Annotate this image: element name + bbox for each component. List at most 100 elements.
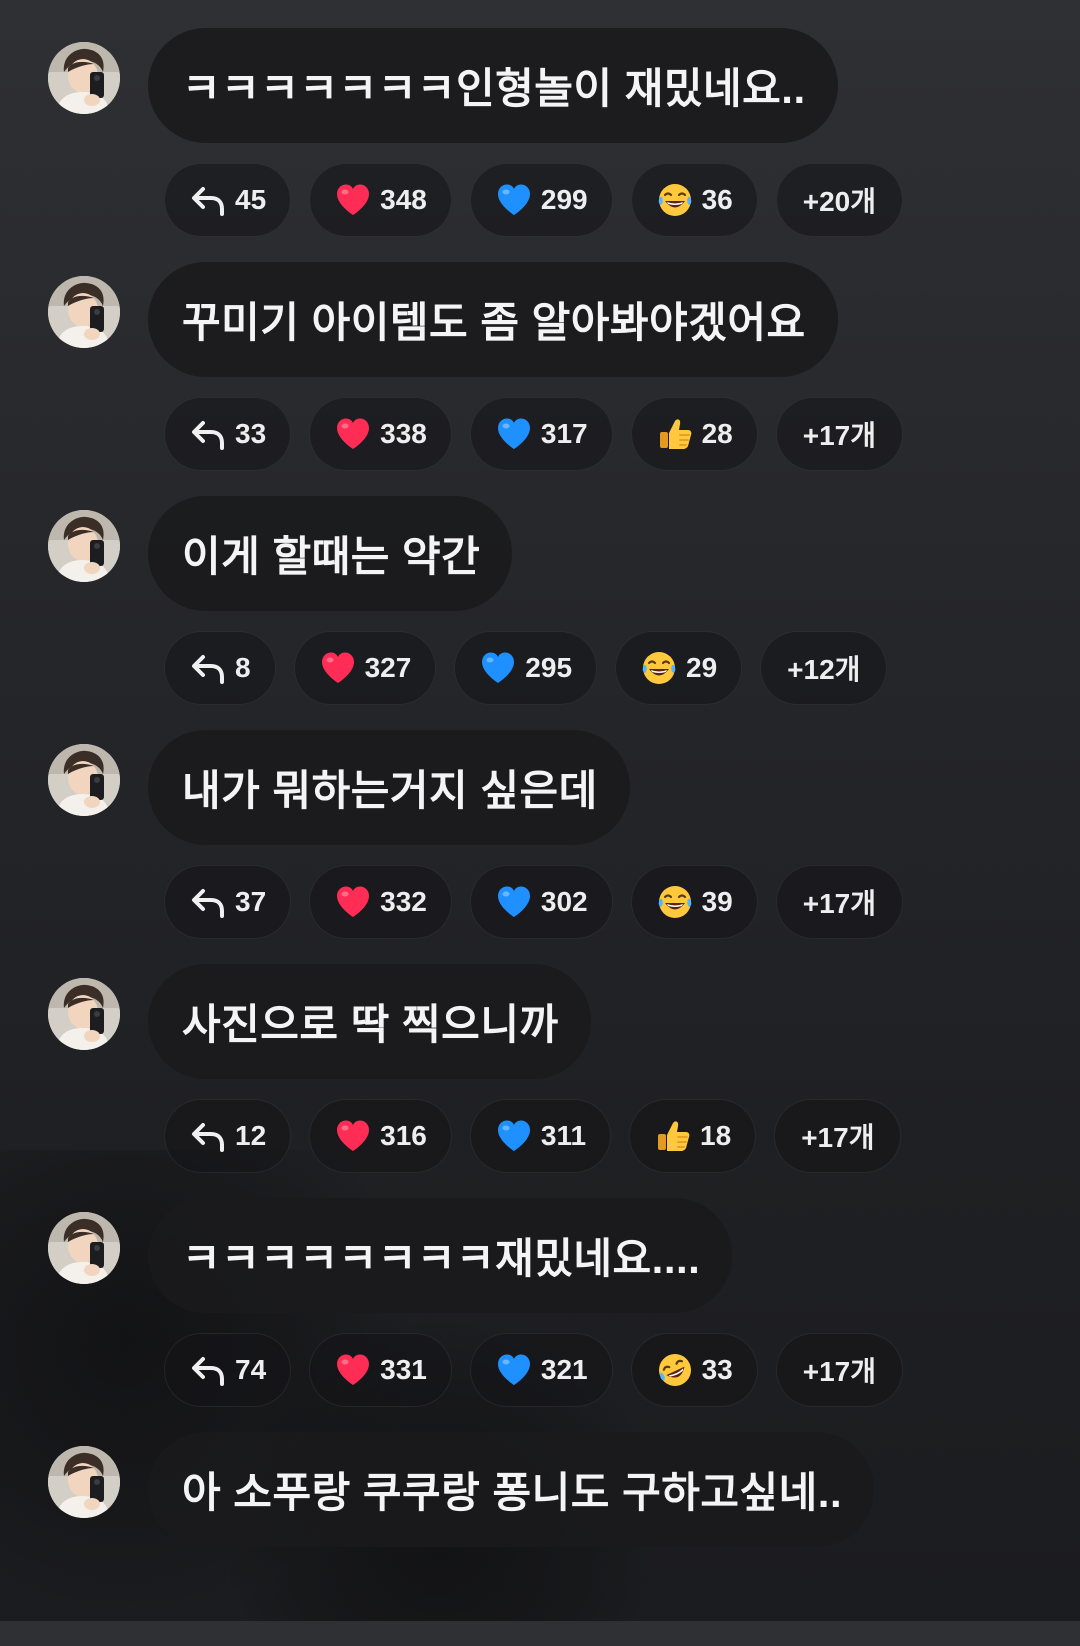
reaction-count: 302 bbox=[540, 886, 588, 917]
blue-heart-icon bbox=[495, 883, 533, 921]
laughing-tears-icon bbox=[640, 649, 678, 687]
reaction-count: 33 bbox=[701, 1354, 733, 1385]
more-reactions-button[interactable]: +17개 bbox=[775, 1333, 904, 1407]
more-reactions-button[interactable]: +17개 bbox=[775, 397, 904, 471]
red-heart-icon bbox=[319, 649, 357, 687]
comment-feed[interactable]: ㅋㅋㅋㅋㅋㅋㅋ인형놀이 재밌네요.. 45 348 299 36 +20개 꾸미기 아이템도… bbox=[0, 0, 1080, 1621]
reply-count: 45 bbox=[235, 184, 267, 215]
blue-heart-icon bbox=[495, 1351, 533, 1389]
reaction-count: 299 bbox=[540, 184, 588, 215]
reaction-chip[interactable]: 28 bbox=[630, 397, 758, 471]
comment-item: 사진으로 딱 찍으니까 12 316 311 18 +17개 bbox=[0, 936, 1080, 1178]
more-reactions-button[interactable]: +12개 bbox=[760, 631, 888, 705]
reply-arrow-icon bbox=[189, 181, 227, 219]
comment-bubble[interactable]: ㅋㅋㅋㅋㅋㅋㅋㅋ재밌네요.... bbox=[148, 1198, 733, 1313]
more-reactions-button[interactable]: +17개 bbox=[775, 865, 904, 939]
reaction-chip[interactable]: 18 bbox=[629, 1099, 757, 1173]
reaction-count: 348 bbox=[380, 184, 427, 215]
reply-arrow-icon bbox=[189, 649, 227, 687]
reply-arrow-icon bbox=[189, 883, 227, 921]
thumbs-up-icon bbox=[656, 415, 694, 453]
reply-button[interactable]: 45 bbox=[164, 163, 292, 237]
red-heart-icon bbox=[334, 883, 372, 921]
reaction-count: 316 bbox=[380, 1120, 427, 1151]
laughing-tears-icon bbox=[656, 181, 694, 219]
comment-bubble[interactable]: 이게 할때는 약간 bbox=[148, 496, 513, 611]
reaction-chip[interactable]: 302 bbox=[469, 865, 613, 939]
avatar[interactable] bbox=[48, 42, 120, 114]
comment-item: ㅋㅋㅋㅋㅋㅋㅋㅋ재밌네요.... 74 331 321 33 +17개 bbox=[0, 1170, 1080, 1412]
reaction-count: 331 bbox=[380, 1354, 427, 1385]
avatar[interactable] bbox=[48, 510, 120, 582]
more-reactions-button[interactable]: +17개 bbox=[774, 1099, 902, 1173]
reaction-chip[interactable]: 29 bbox=[615, 631, 743, 705]
more-reactions-button[interactable]: +20개 bbox=[775, 163, 904, 237]
reply-arrow-icon bbox=[189, 415, 227, 453]
reply-count: 74 bbox=[235, 1354, 267, 1385]
comment-bubble[interactable]: 꾸미기 아이템도 좀 알아봐야겠어요 bbox=[148, 262, 838, 377]
reply-button[interactable]: 74 bbox=[164, 1333, 292, 1407]
comment-text: 사진으로 딱 찍으니까 bbox=[182, 1001, 559, 1048]
red-heart-icon bbox=[334, 415, 372, 453]
reply-button[interactable]: 33 bbox=[164, 397, 292, 471]
reaction-chip[interactable]: 295 bbox=[454, 631, 598, 705]
reaction-bar: 45 348 299 36 +20개 bbox=[164, 163, 904, 237]
comment-text: ㅋㅋㅋㅋㅋㅋㅋㅋ재밌네요.... bbox=[182, 1235, 701, 1282]
comment-item: 내가 뭐하는거지 싶은데 37 332 302 39 +17개 bbox=[0, 702, 1080, 944]
reaction-bar: 74 331 321 33 +17개 bbox=[164, 1333, 904, 1407]
reaction-chip[interactable]: 317 bbox=[469, 397, 613, 471]
reaction-chip[interactable]: 338 bbox=[309, 397, 452, 471]
reaction-chip[interactable]: 348 bbox=[309, 163, 452, 237]
comment-text: 꾸미기 아이템도 좀 알아봐야겠어요 bbox=[182, 299, 806, 346]
reaction-chip[interactable]: 299 bbox=[469, 163, 613, 237]
reaction-chip[interactable]: 321 bbox=[469, 1333, 613, 1407]
comment-text: 아 소푸랑 쿠쿠랑 퐁니도 구하고싶네.. bbox=[182, 1469, 843, 1516]
more-reactions-label: +12개 bbox=[787, 654, 861, 685]
comment-item: 이게 할때는 약간 8 327 295 29 +12개 bbox=[0, 468, 1080, 710]
reaction-count: 321 bbox=[540, 1354, 588, 1385]
reaction-count: 311 bbox=[540, 1120, 587, 1151]
reaction-count: 317 bbox=[540, 418, 588, 449]
reaction-count: 295 bbox=[525, 652, 573, 683]
reaction-chip[interactable]: 311 bbox=[469, 1099, 612, 1173]
reaction-chip[interactable]: 33 bbox=[630, 1333, 758, 1407]
reaction-count: 39 bbox=[701, 886, 733, 917]
comment-bubble[interactable]: 사진으로 딱 찍으니까 bbox=[148, 964, 591, 1079]
avatar[interactable] bbox=[48, 276, 120, 348]
avatar[interactable] bbox=[48, 1446, 120, 1518]
reaction-count: 327 bbox=[364, 652, 412, 683]
reaction-chip[interactable]: 332 bbox=[309, 865, 452, 939]
reply-arrow-icon bbox=[189, 1117, 227, 1155]
reaction-chip[interactable]: 327 bbox=[293, 631, 437, 705]
reaction-chip[interactable]: 39 bbox=[630, 865, 758, 939]
rolling-laughing-icon bbox=[656, 1351, 694, 1389]
comment-bubble[interactable]: ㅋㅋㅋㅋㅋㅋㅋ인형놀이 재밌네요.. bbox=[148, 28, 838, 143]
comment-bubble[interactable]: 아 소푸랑 쿠쿠랑 퐁니도 구하고싶네.. bbox=[148, 1432, 875, 1547]
avatar[interactable] bbox=[48, 744, 120, 816]
red-heart-icon bbox=[334, 1351, 372, 1389]
reaction-count: 36 bbox=[701, 184, 733, 215]
reaction-bar: 8 327 295 29 +12개 bbox=[164, 631, 888, 705]
avatar[interactable] bbox=[48, 978, 120, 1050]
reaction-bar: 37 332 302 39 +17개 bbox=[164, 865, 904, 939]
reaction-chip[interactable]: 36 bbox=[630, 163, 758, 237]
laughing-tears-icon bbox=[656, 883, 694, 921]
reaction-count: 18 bbox=[700, 1120, 732, 1151]
more-reactions-label: +17개 bbox=[802, 420, 877, 451]
reaction-chip[interactable]: 331 bbox=[309, 1333, 452, 1407]
comment-bubble[interactable]: 내가 뭐하는거지 싶은데 bbox=[148, 730, 630, 845]
more-reactions-label: +17개 bbox=[802, 1356, 877, 1387]
red-heart-icon bbox=[334, 181, 372, 219]
comment-item: 꾸미기 아이템도 좀 알아봐야겠어요 33 338 317 28 +17개 bbox=[0, 234, 1080, 476]
reply-button[interactable]: 12 bbox=[164, 1099, 292, 1173]
reply-button[interactable]: 8 bbox=[164, 631, 276, 705]
reaction-count: 338 bbox=[380, 418, 427, 449]
reply-count: 12 bbox=[235, 1120, 267, 1151]
comment-text: 이게 할때는 약간 bbox=[182, 533, 481, 580]
blue-heart-icon bbox=[479, 649, 517, 687]
reaction-bar: 33 338 317 28 +17개 bbox=[164, 397, 904, 471]
reply-button[interactable]: 37 bbox=[164, 865, 292, 939]
avatar[interactable] bbox=[48, 1212, 120, 1284]
reaction-count: 29 bbox=[686, 652, 718, 683]
reaction-chip[interactable]: 316 bbox=[309, 1099, 452, 1173]
